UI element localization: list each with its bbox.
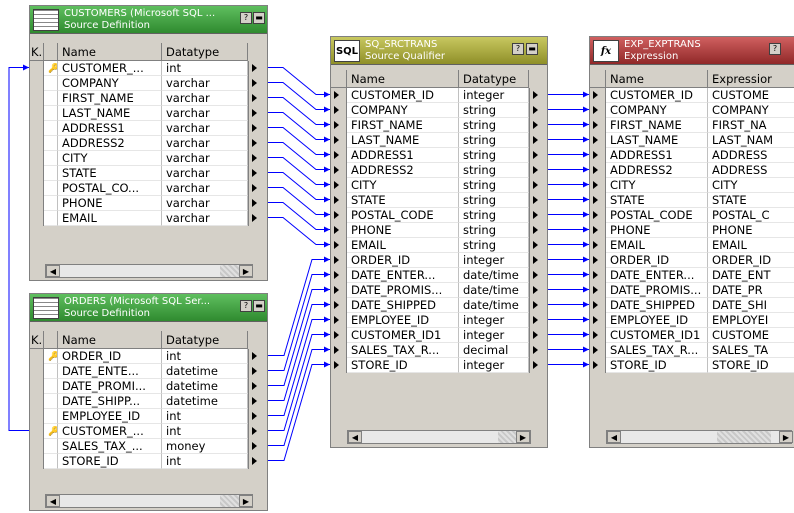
link-line[interactable] — [268, 112, 330, 140]
link-arrowhead — [583, 361, 589, 368]
link-line[interactable] — [268, 127, 330, 155]
link-arrowhead — [324, 226, 330, 233]
link-arrowhead — [583, 346, 589, 353]
link-arrowhead — [324, 286, 330, 293]
link-arrowhead — [583, 226, 589, 233]
link-arrowhead — [324, 181, 330, 188]
link-arrowhead — [583, 136, 589, 143]
link-arrowhead — [324, 166, 330, 173]
link-arrowhead — [324, 136, 330, 143]
link-arrowhead — [583, 316, 589, 323]
link-arrowhead — [583, 271, 589, 278]
link-arrowhead — [324, 211, 330, 218]
link-line[interactable] — [268, 172, 330, 200]
link-arrowhead — [23, 64, 29, 71]
link-arrowhead — [583, 256, 589, 263]
link-line[interactable] — [268, 259, 330, 356]
link-arrowhead — [583, 286, 589, 293]
link-arrowhead — [583, 241, 589, 248]
link-arrowhead — [324, 256, 330, 263]
link-arrowhead — [324, 121, 330, 128]
link-line[interactable] — [268, 142, 330, 170]
link-arrowhead — [324, 91, 330, 98]
foreign-key-link[interactable] — [8, 67, 29, 431]
link-arrowhead — [324, 346, 330, 353]
link-arrowhead — [583, 196, 589, 203]
link-line[interactable] — [268, 187, 330, 215]
link-line[interactable] — [268, 97, 330, 125]
link-arrowhead — [324, 106, 330, 113]
link-layer — [8, 64, 589, 461]
link-arrowhead — [583, 106, 589, 113]
link-arrowhead — [583, 91, 589, 98]
link-arrowhead — [583, 151, 589, 158]
link-arrowhead — [324, 271, 330, 278]
link-line[interactable] — [268, 202, 330, 230]
link-arrowhead — [583, 331, 589, 338]
link-arrowhead — [583, 301, 589, 308]
link-arrowhead — [324, 151, 330, 158]
link-arrowhead — [583, 181, 589, 188]
link-arrowhead — [583, 121, 589, 128]
link-arrowhead — [583, 166, 589, 173]
link-arrowhead — [324, 316, 330, 323]
link-line[interactable] — [268, 67, 330, 95]
link-arrowhead — [324, 196, 330, 203]
link-arrowhead — [324, 241, 330, 248]
link-arrowhead — [324, 301, 330, 308]
link-line[interactable] — [268, 217, 330, 245]
link-arrowhead — [583, 211, 589, 218]
link-line[interactable] — [268, 274, 330, 371]
link-line[interactable] — [268, 157, 330, 185]
link-arrowhead — [324, 331, 330, 338]
link-arrowhead — [324, 361, 330, 368]
link-line[interactable] — [268, 82, 330, 110]
